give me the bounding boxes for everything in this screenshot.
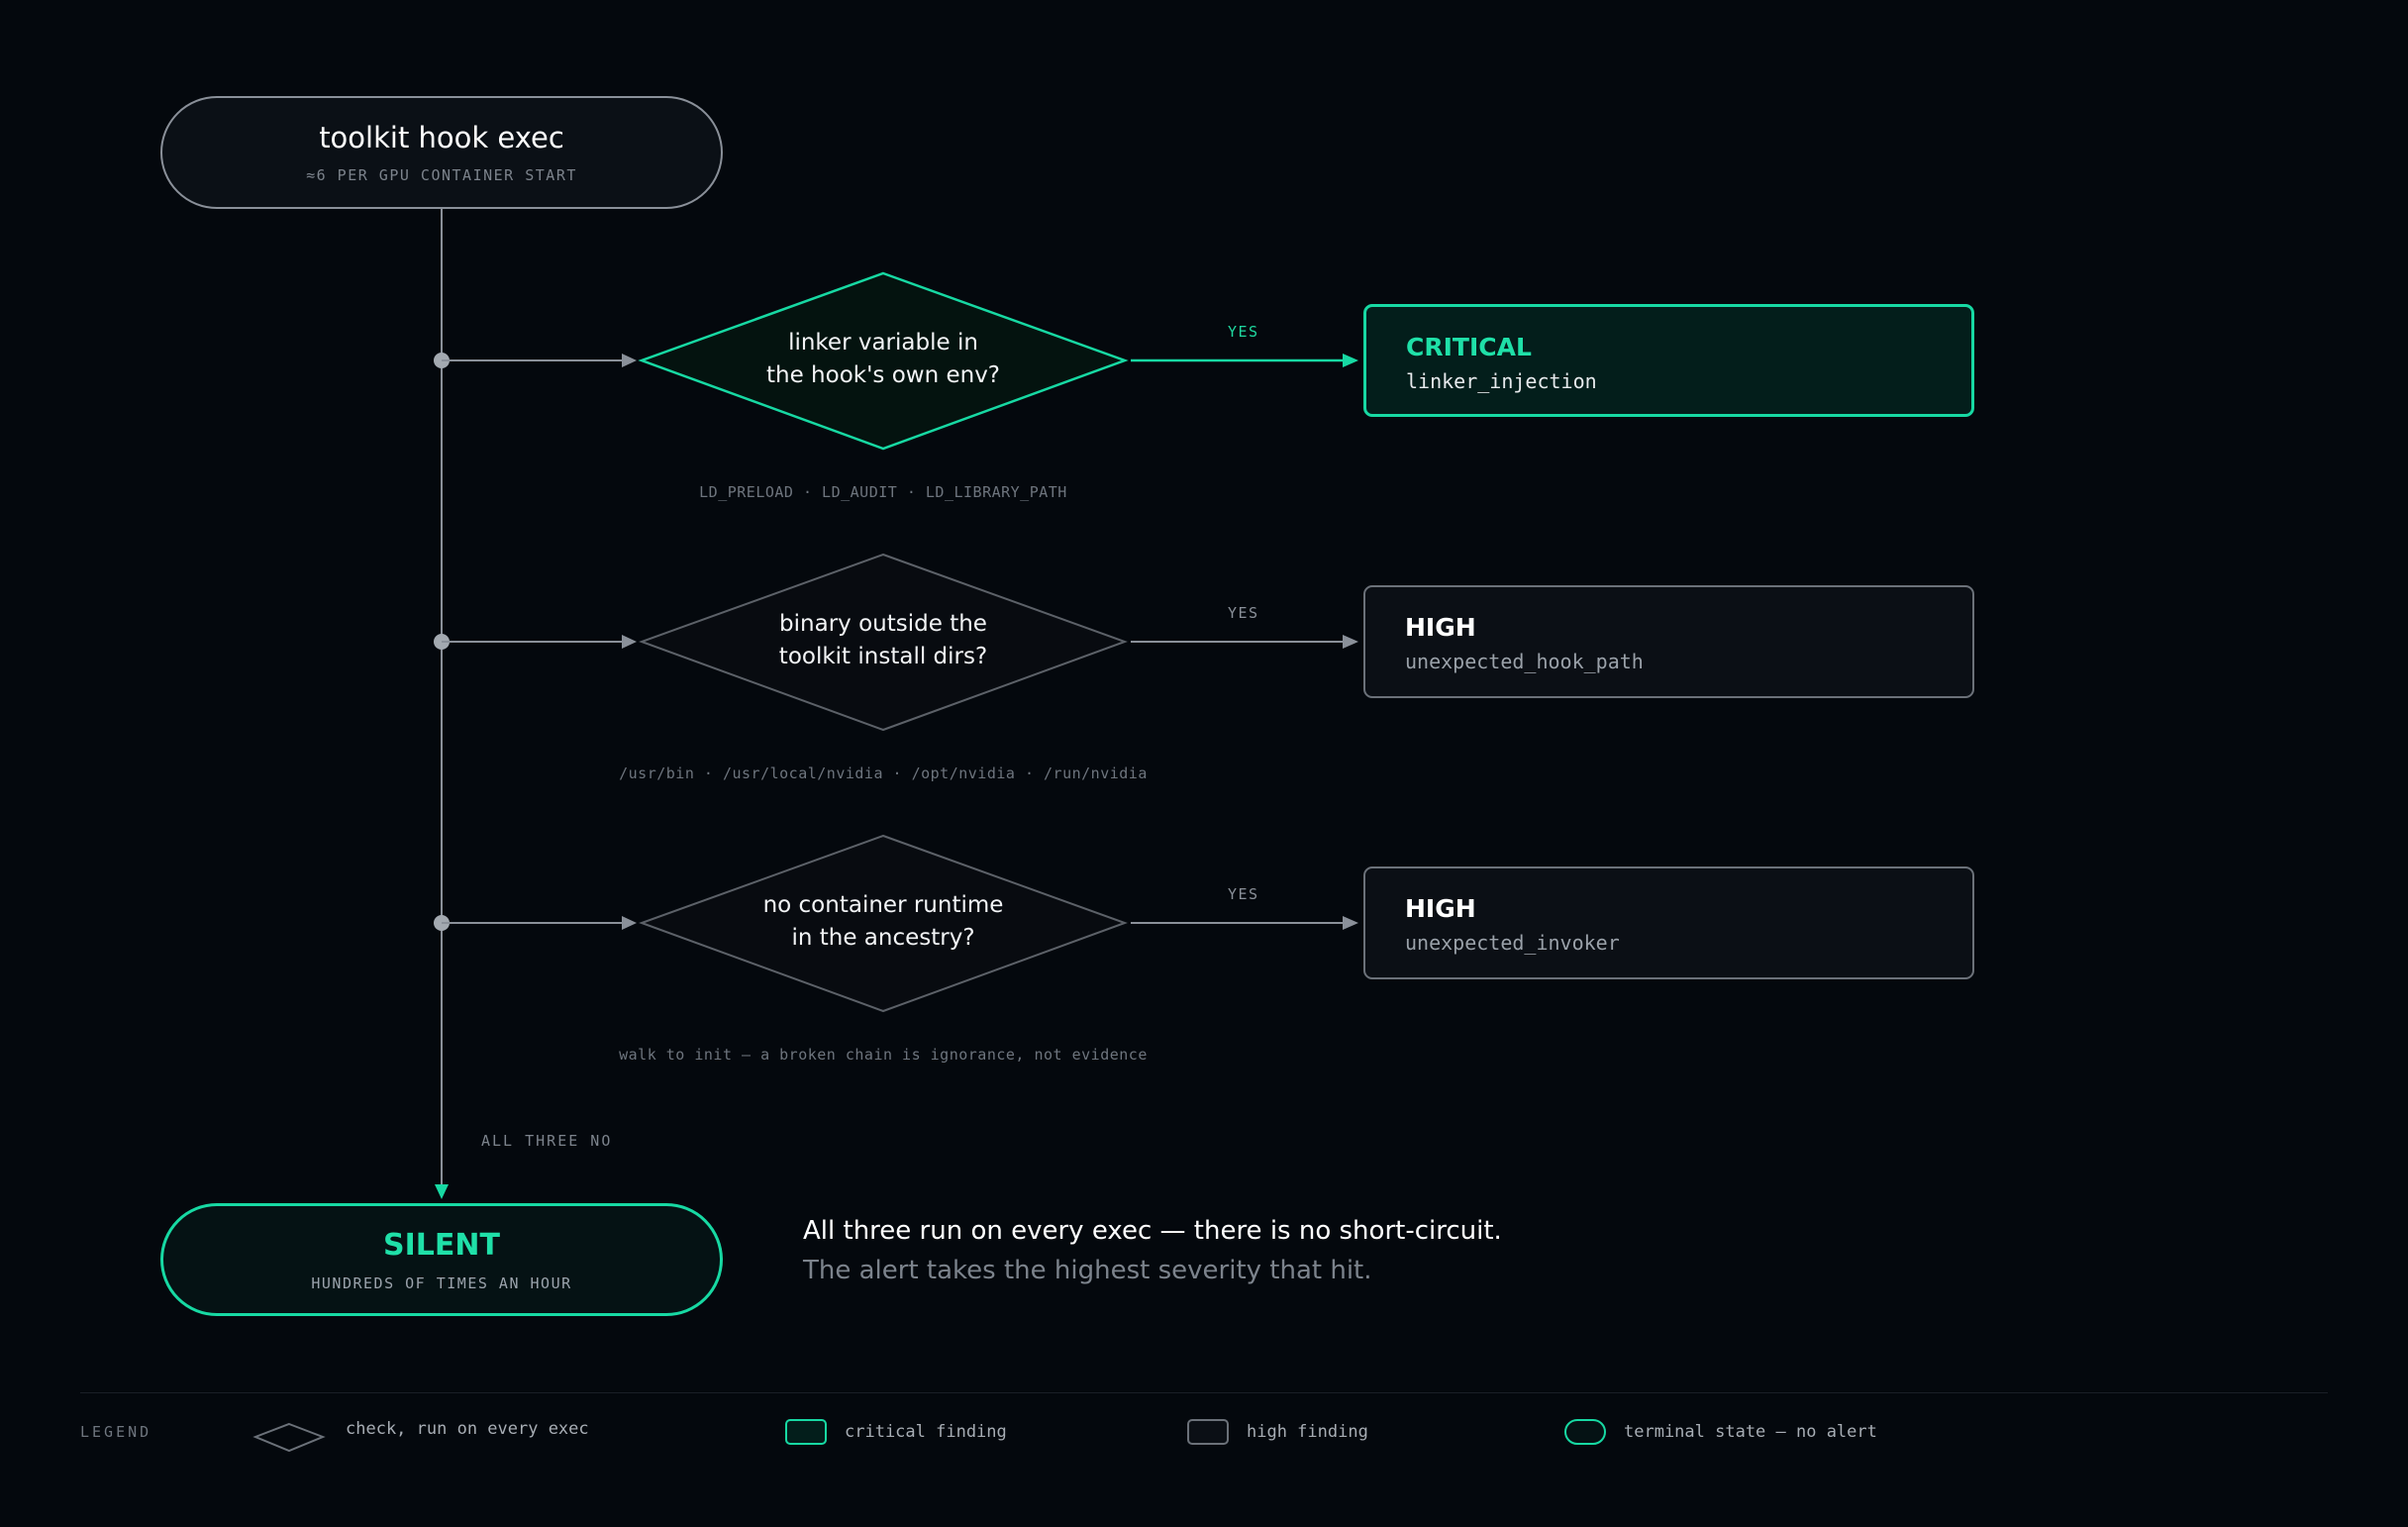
flowchart: toolkit hook exec ≈6 PER GPU CONTAINER S… bbox=[0, 0, 2408, 1527]
severity-critical: CRITICAL bbox=[1406, 333, 1532, 361]
silent-subtitle: HUNDREDS OF TIMES AN HOUR bbox=[311, 1273, 572, 1292]
legend-label-high: high finding bbox=[1247, 1422, 1368, 1442]
silent-node: SILENT HUNDREDS OF TIMES AN HOUR bbox=[160, 1203, 723, 1316]
check-note-2: /usr/bin · /usr/local/nvidia · /opt/nvid… bbox=[619, 764, 1148, 782]
legend-diamond-icon bbox=[252, 1422, 326, 1453]
check-question-1-line2: the hook's own env? bbox=[765, 362, 1001, 388]
check-question-2: binary outside the toolkit install dirs? bbox=[685, 608, 1081, 673]
check-question-2-line2: toolkit install dirs? bbox=[778, 644, 988, 669]
start-subtitle: ≈6 PER GPU CONTAINER START bbox=[306, 166, 577, 184]
all-three-no-label: ALL THREE NO bbox=[481, 1132, 613, 1150]
severity-high: HIGH bbox=[1405, 613, 1476, 642]
legend-label-terminal: terminal state — no alert bbox=[1624, 1422, 1877, 1442]
yes-arrowhead-2 bbox=[1343, 635, 1358, 649]
legend-item-check: check, run on every exec bbox=[329, 1419, 589, 1439]
result-high-invoker: HIGH unexpected_invoker bbox=[1363, 866, 1974, 979]
silent-title: SILENT bbox=[383, 1227, 500, 1263]
critical-box-icon bbox=[785, 1419, 827, 1445]
start-node: toolkit hook exec ≈6 PER GPU CONTAINER S… bbox=[160, 96, 723, 209]
rule-unexpected-invoker: unexpected_invoker bbox=[1405, 931, 1620, 955]
yes-arrowhead-1 bbox=[1343, 354, 1358, 367]
yes-label-1: YES bbox=[1228, 323, 1259, 341]
summary: All three run on every exec — there is n… bbox=[803, 1216, 1502, 1285]
check-question-3-line2: in the ancestry? bbox=[791, 925, 975, 951]
rule-linker-injection: linker_injection bbox=[1406, 369, 1597, 393]
result-high-hook-path: HIGH unexpected_hook_path bbox=[1363, 585, 1974, 698]
check-question-3-line1: no container runtime bbox=[762, 892, 1004, 918]
summary-line-1: All three run on every exec — there is n… bbox=[803, 1216, 1502, 1246]
branch-arrowhead-2 bbox=[622, 635, 637, 649]
legend-item-terminal: terminal state — no alert bbox=[1564, 1419, 1877, 1445]
terminal-pill-icon bbox=[1564, 1419, 1606, 1445]
check-question-3: no container runtime in the ancestry? bbox=[685, 889, 1081, 955]
legend-title: LEGEND bbox=[80, 1423, 152, 1441]
result-critical: CRITICAL linker_injection bbox=[1363, 304, 1974, 417]
high-box-icon bbox=[1187, 1419, 1229, 1445]
check-question-1-line1: linker variable in bbox=[788, 330, 978, 356]
rule-unexpected-hook-path: unexpected_hook_path bbox=[1405, 650, 1644, 673]
legend-item-high: high finding bbox=[1187, 1419, 1368, 1445]
yes-arrowhead-3 bbox=[1343, 916, 1358, 930]
summary-line-2: The alert takes the highest severity tha… bbox=[803, 1256, 1372, 1285]
severity-high: HIGH bbox=[1405, 894, 1476, 923]
yes-label-3: YES bbox=[1228, 885, 1259, 903]
legend-label-check: check, run on every exec bbox=[346, 1419, 589, 1439]
start-title: toolkit hook exec bbox=[319, 121, 564, 154]
legend-item-critical: critical finding bbox=[785, 1419, 1007, 1445]
legend-divider bbox=[80, 1392, 2328, 1393]
check-note-3: walk to init — a broken chain is ignoran… bbox=[619, 1046, 1148, 1064]
branch-arrowhead-3 bbox=[622, 916, 637, 930]
branch-arrowhead-1 bbox=[622, 354, 637, 367]
yes-label-2: YES bbox=[1228, 604, 1259, 622]
check-note-1: LD_PRELOAD · LD_AUDIT · LD_LIBRARY_PATH bbox=[699, 483, 1067, 501]
check-question-2-line1: binary outside the bbox=[779, 611, 987, 637]
legend-label-critical: critical finding bbox=[845, 1422, 1007, 1442]
check-question-1: linker variable in the hook's own env? bbox=[685, 327, 1081, 392]
silent-arrowhead bbox=[435, 1184, 449, 1199]
